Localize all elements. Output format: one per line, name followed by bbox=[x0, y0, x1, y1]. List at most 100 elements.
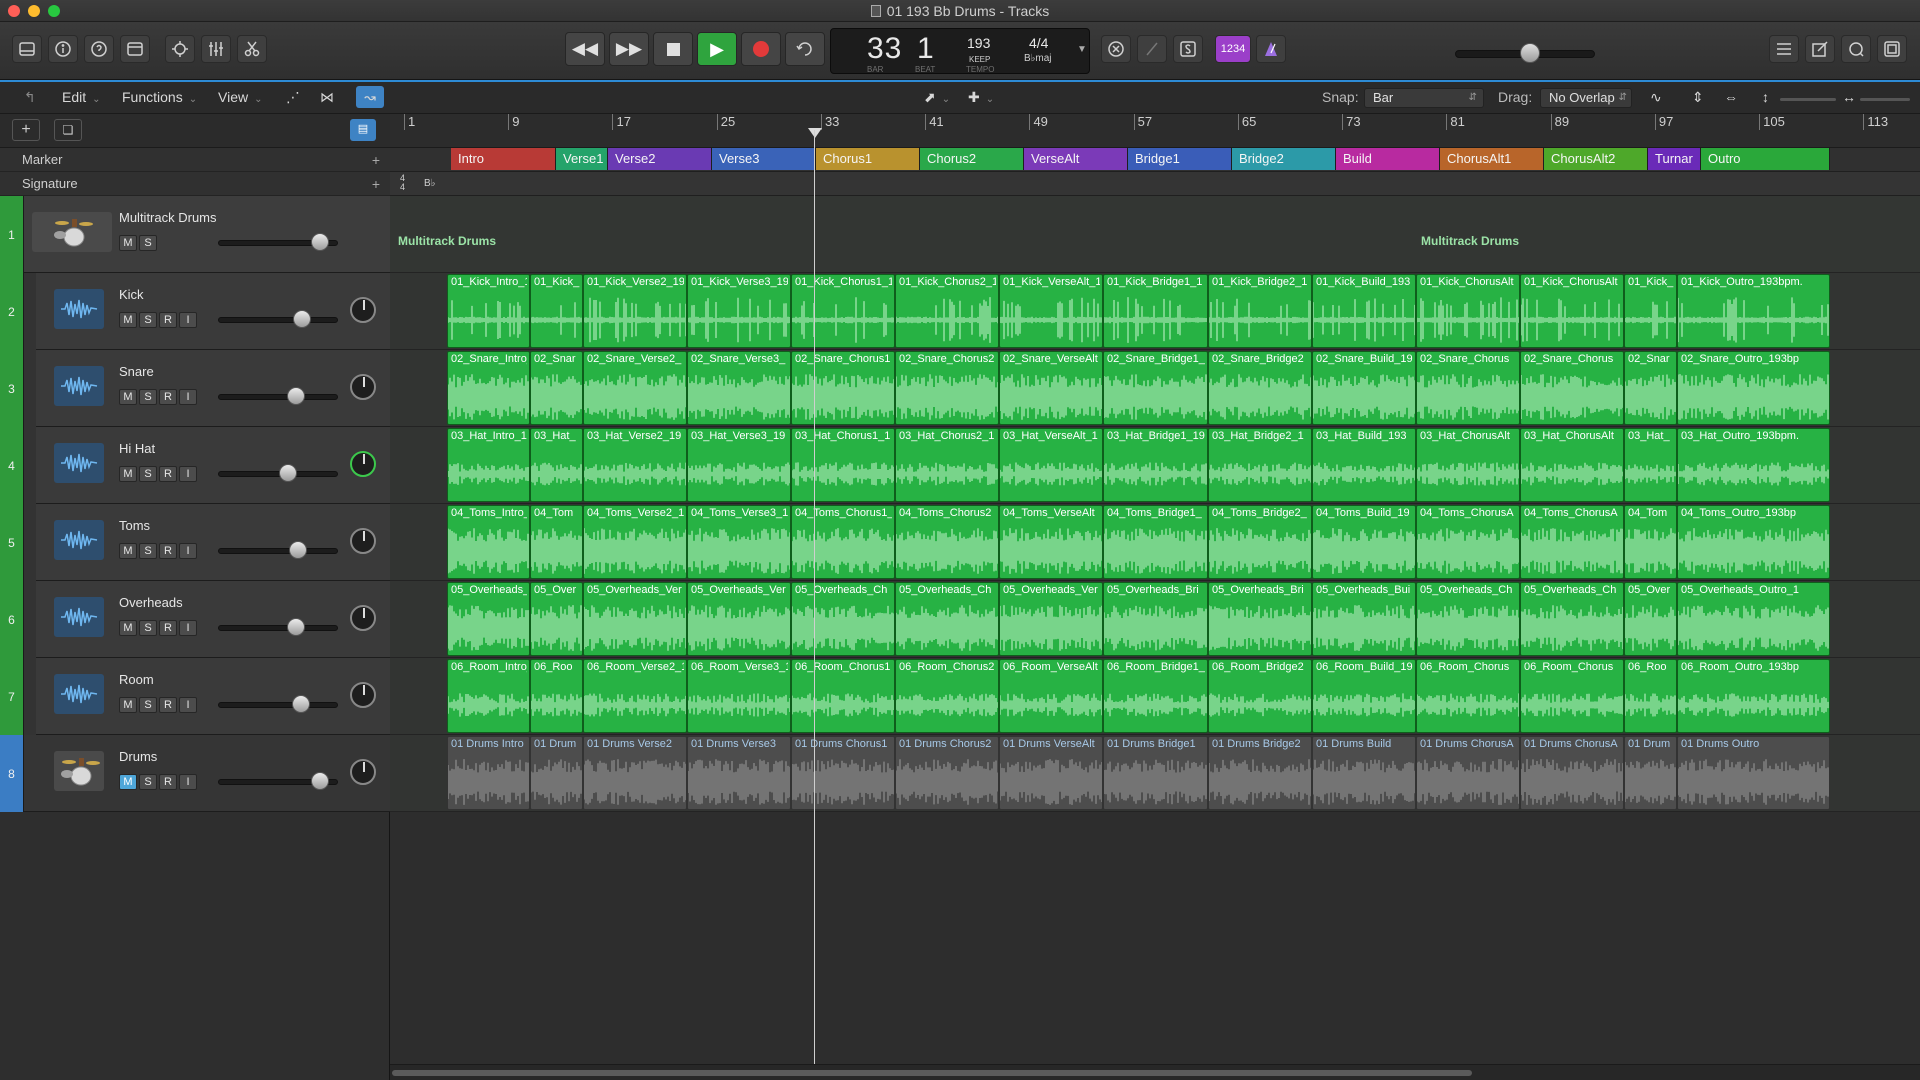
pan-knob[interactable] bbox=[350, 451, 376, 477]
pan-knob[interactable] bbox=[350, 605, 376, 631]
solo-button[interactable]: S bbox=[139, 543, 157, 559]
bar-ruler[interactable]: 1 9 17 25 33 41 49 57 65 73 81 89 97 105 113 bbox=[390, 114, 1920, 148]
audio-region[interactable]: 04_Toms_Intro_19 bbox=[447, 505, 530, 579]
edit-menu[interactable]: Edit ⌄ bbox=[62, 89, 101, 105]
arrange-area[interactable]: Multitrack Drums Multitrack Drums 01_Kick_… bbox=[390, 196, 1920, 1064]
audio-region[interactable]: 03_Hat_ bbox=[530, 428, 583, 502]
solo-button[interactable]: S bbox=[139, 466, 157, 482]
volume-fader-knob[interactable] bbox=[311, 772, 329, 790]
audio-region[interactable]: 04_Toms_Verse2_1 bbox=[583, 505, 687, 579]
audio-region[interactable]: 01 Drums Bridge1 bbox=[1103, 736, 1208, 810]
horizontal-zoom-icon[interactable]: ↔ bbox=[1842, 89, 1856, 105]
editors-button[interactable] bbox=[237, 35, 267, 63]
record-enable-button[interactable]: R bbox=[159, 312, 177, 328]
audio-region[interactable]: 05_Over bbox=[530, 582, 583, 656]
solo-button[interactable]: S bbox=[139, 697, 157, 713]
catch-icon[interactable]: ↝ bbox=[356, 86, 384, 108]
view-menu[interactable]: View ⌄ bbox=[218, 89, 262, 105]
quick-help-button[interactable] bbox=[84, 35, 114, 63]
marker-intro[interactable]: Intro bbox=[451, 148, 556, 170]
mute-button[interactable]: M bbox=[119, 543, 137, 559]
minimize-button[interactable] bbox=[28, 5, 40, 17]
mute-button[interactable]: M bbox=[119, 620, 137, 636]
folder-region-label[interactable]: Multitrack Drums bbox=[1421, 234, 1519, 248]
secondary-tool-icon[interactable]: ✚ ⌄ bbox=[968, 89, 994, 106]
track-name[interactable]: Room bbox=[119, 672, 154, 687]
stop-button[interactable] bbox=[653, 32, 693, 66]
volume-fader[interactable] bbox=[218, 471, 338, 477]
volume-fader-knob[interactable] bbox=[287, 618, 305, 636]
track-header-drums[interactable]: 8 Drums M S R I bbox=[0, 735, 390, 812]
fit-horizontal-icon[interactable]: ⇔ bbox=[1724, 89, 1738, 105]
input-monitor-button[interactable]: I bbox=[179, 312, 197, 328]
track-number[interactable]: 1 bbox=[0, 196, 24, 273]
folder-region-label[interactable]: Multitrack Drums bbox=[398, 234, 496, 248]
audio-region[interactable]: 02_Snare_Outro_193bp bbox=[1677, 351, 1830, 425]
volume-fader-knob[interactable] bbox=[278, 464, 297, 482]
horizontal-scrollbar[interactable] bbox=[390, 1064, 1920, 1080]
audio-region[interactable]: 06_Room_Intro_19 bbox=[447, 659, 530, 733]
add-signature-icon[interactable]: + bbox=[372, 172, 380, 196]
audio-region[interactable]: 06_Room_Verse3_1 bbox=[687, 659, 791, 733]
track-name[interactable]: Hi Hat bbox=[119, 441, 155, 456]
functions-menu[interactable]: Functions ⌄ bbox=[122, 89, 197, 105]
mute-button[interactable]: M bbox=[119, 312, 137, 328]
track-header-kick[interactable]: 2 Kick M S R I bbox=[0, 273, 390, 350]
audio-region[interactable]: 02_Snare_Build_19 bbox=[1312, 351, 1416, 425]
mute-button[interactable]: M bbox=[119, 389, 137, 405]
track-lane[interactable]: 01 Drums Intro 01 Drum 01 Drums Verse2 01 D… bbox=[390, 735, 1920, 812]
audio-region[interactable]: 06_Room_Chorus bbox=[1520, 659, 1624, 733]
library-button[interactable] bbox=[12, 35, 42, 63]
list-editors-button[interactable] bbox=[1769, 35, 1799, 63]
close-button[interactable] bbox=[8, 5, 20, 17]
audio-region[interactable]: 01 Drums Intro bbox=[447, 736, 530, 810]
volume-fader[interactable] bbox=[218, 548, 338, 554]
volume-fader-knob[interactable] bbox=[291, 695, 310, 713]
audio-region[interactable]: 05_Overheads_Ver bbox=[583, 582, 687, 656]
vertical-zoom-icon[interactable]: ↕ bbox=[1762, 89, 1769, 105]
track-name[interactable]: Kick bbox=[119, 287, 144, 302]
flex-icon[interactable]: ⋈ bbox=[320, 89, 334, 106]
marker-verse1[interactable]: Verse1 bbox=[556, 148, 608, 170]
solo-button[interactable]: S bbox=[139, 389, 157, 405]
audio-region[interactable]: 04_Toms_ChorusA bbox=[1416, 505, 1520, 579]
audio-region[interactable]: 05_Overheads_Ch bbox=[895, 582, 999, 656]
input-monitor-button[interactable]: I bbox=[179, 697, 197, 713]
track-header-toms[interactable]: 5 Toms M S R I bbox=[0, 504, 390, 581]
audio-region[interactable]: 05_Overheads_Ch bbox=[791, 582, 895, 656]
record-enable-button[interactable]: R bbox=[159, 697, 177, 713]
input-monitor-button[interactable]: I bbox=[179, 774, 197, 790]
audio-region[interactable]: 04_Toms_VerseAlt bbox=[999, 505, 1103, 579]
pan-knob[interactable] bbox=[350, 374, 376, 400]
audio-region[interactable]: 01_Kick_Bridge1_1 bbox=[1103, 274, 1208, 348]
automation-icon[interactable]: ⋰ bbox=[286, 89, 300, 106]
signature-track-header[interactable]: Signature + bbox=[0, 172, 390, 196]
audio-region[interactable]: 04_Toms_Outro_193bp bbox=[1677, 505, 1830, 579]
track-name[interactable]: Snare bbox=[119, 364, 154, 379]
audio-region[interactable]: 02_Snare_Bridge1_ bbox=[1103, 351, 1208, 425]
audio-region[interactable]: 04_Toms_Verse3_1 bbox=[687, 505, 791, 579]
audio-region[interactable]: 01_Kick_Verse2_19 bbox=[583, 274, 687, 348]
record-enable-button[interactable]: R bbox=[159, 466, 177, 482]
solo-button[interactable]: S bbox=[139, 312, 157, 328]
audio-region[interactable]: 01_Kick_ChorusAlt bbox=[1416, 274, 1520, 348]
audio-region[interactable]: 02_Snare_Intro_19 bbox=[447, 351, 530, 425]
audio-region[interactable]: 01 Drum bbox=[1624, 736, 1677, 810]
pan-knob[interactable] bbox=[350, 682, 376, 708]
note-pads-button[interactable] bbox=[1805, 35, 1835, 63]
track-header-snare[interactable]: 3 Snare M S R I bbox=[0, 350, 390, 427]
volume-fader[interactable] bbox=[218, 317, 338, 323]
key-signature-marker[interactable]: B♭ bbox=[424, 178, 435, 189]
audio-region[interactable]: 01 Drums Bridge2 bbox=[1208, 736, 1312, 810]
audio-region[interactable]: 04_Toms_Chorus1_ bbox=[791, 505, 895, 579]
audio-region[interactable]: 06_Room_Chorus1 bbox=[791, 659, 895, 733]
audio-region[interactable]: 03_Hat_Outro_193bpm. bbox=[1677, 428, 1830, 502]
back-arrow-icon[interactable]: ↰ bbox=[24, 89, 36, 106]
drag-select[interactable]: No Overlap ⇵ bbox=[1540, 88, 1632, 108]
mute-button[interactable]: M bbox=[119, 774, 137, 790]
global-tracks-button[interactable]: ▤ bbox=[350, 119, 376, 141]
audio-region[interactable]: 01 Drums ChorusA bbox=[1416, 736, 1520, 810]
audio-region[interactable]: 03_Hat_Bridge2_1 bbox=[1208, 428, 1312, 502]
audio-region[interactable]: 01 Drums Build bbox=[1312, 736, 1416, 810]
mute-button[interactable]: M bbox=[119, 466, 137, 482]
